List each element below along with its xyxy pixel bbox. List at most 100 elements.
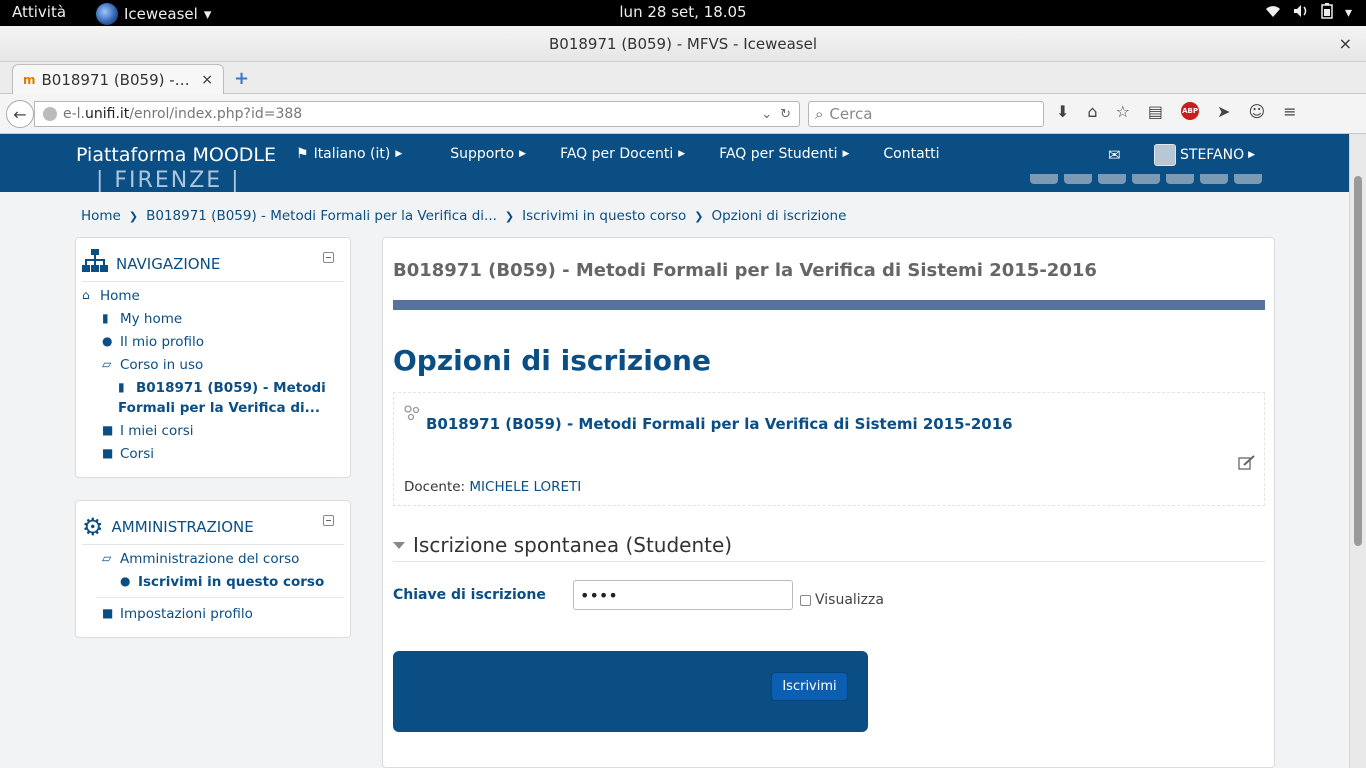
navigation-block: NAVIGAZIONE ⌂ Home ▮ My home ● Il mio pr… [75,237,351,478]
folder-open-icon: ▱ [102,551,112,565]
adblock-plus-icon[interactable]: ABP [1181,102,1200,120]
status-area[interactable]: ▾ [1265,3,1352,23]
send-icon[interactable]: ➤ [1217,102,1230,121]
window-close-button[interactable]: × [1339,34,1352,53]
collapse-block-icon[interactable] [323,252,334,263]
activities-button[interactable]: Attività [12,3,66,21]
url-bar[interactable]: e-l. unifi.it/enrol/index.php?id=388 ⌄ ↻ [34,101,800,127]
browser-tab[interactable]: m B018971 (B059) -… × [12,64,224,94]
enrol-button[interactable]: Iscrivimi [771,672,848,701]
tab-strip: m B018971 (B059) -… × + [0,62,1366,94]
user-name: STEFANO [1180,147,1245,163]
nav-item-courses[interactable]: ■ Corsi [102,446,154,462]
enrol-key-label: Chiave di iscrizione [393,587,546,603]
bookmark-star-icon[interactable]: ☆ [1116,102,1130,121]
avatar [1154,144,1176,166]
menu-contatti[interactable]: Contatti [883,146,939,162]
sitemap-icon [82,248,108,279]
moodle-navbar: | FIRENZE | Piattaforma MOODLE ⚑ Italian… [0,134,1349,192]
navigation-block-header: NAVIGAZIONE [82,246,344,282]
social-icon[interactable] [1030,174,1058,184]
back-button[interactable]: ← [6,100,34,128]
nav-item-label: My home [120,311,183,327]
breadcrumb-course[interactable]: B018971 (B059) - Metodi Formali per la V… [146,208,497,224]
moodle-favicon-icon: m [23,72,36,87]
app-menu[interactable]: Iceweasel ▾ [96,3,211,25]
nav-item-label: Formali per la Verifica di... [118,400,320,416]
breadcrumb-enrol[interactable]: Iscrivimi in questo corso [522,208,686,224]
nav-item-my-courses[interactable]: ■ I miei corsi [102,423,194,439]
volume-icon [1293,4,1309,22]
site-info-icon[interactable] [43,107,57,121]
navigation-block-title: NAVIGAZIONE [116,254,221,273]
home-icon[interactable]: ⌂ [1087,102,1097,121]
system-menu-caret-icon: ▾ [1344,5,1352,21]
folder-icon: ■ [102,446,114,460]
wifi-icon [1265,4,1281,22]
battery-icon [1321,3,1333,23]
admin-item-label: Iscrivimi in questo corso [138,574,325,590]
nav-item-my-home[interactable]: ▮ My home [102,311,182,327]
reload-icon[interactable]: ↻ [780,107,791,122]
course-header-bar [393,300,1265,310]
reveal-password-toggle[interactable]: Visualizza [800,592,884,608]
course-icon [404,405,420,425]
social-icon[interactable] [1200,174,1228,184]
menu-language[interactable]: ⚑ Italiano (it) ▶ [296,146,402,162]
nav-item-label: Corsi [120,446,155,462]
tab-close-button[interactable]: × [201,72,213,88]
window-title: B018971 (B059) - MFVS - Iceweasel [549,34,817,53]
nav-item-course-cont[interactable]: Formali per la Verifica di... [118,400,320,416]
browser-navbar: ← e-l. unifi.it/enrol/index.php?id=388 ⌄ … [0,94,1366,134]
nav-item-current-course[interactable]: ▱ Corso in uso [102,357,203,373]
menu-supporto-label: Supporto [450,146,515,162]
menu-faq-studenti[interactable]: FAQ per Studenti ▶ [719,146,849,162]
admin-item-profile-settings[interactable]: ■ Impostazioni profilo [102,606,253,622]
breadcrumb-home[interactable]: Home [81,208,121,224]
moodle-brand[interactable]: Piattaforma MOODLE [76,144,276,166]
nav-item-course[interactable]: ▮ B018971 (B059) - Metodi [118,380,326,396]
reveal-checkbox[interactable] [800,594,811,606]
url-prefix: e-l. [63,106,86,122]
admin-item-label: Amministrazione del corso [120,551,300,567]
social-icon[interactable] [1132,174,1160,184]
new-tab-button[interactable]: + [234,68,249,89]
url-dropdown-icon[interactable]: ⌄ [761,107,772,122]
reading-list-icon[interactable]: ▤ [1148,102,1163,121]
menu-supporto[interactable]: Supporto ▶ [450,146,526,162]
social-icons-strip [1030,174,1262,184]
nav-item-profile[interactable]: ● Il mio profilo [102,334,204,350]
collapse-block-icon[interactable] [323,515,334,526]
course-header-title: B018971 (B059) - Metodi Formali per la V… [393,260,1097,281]
enrol-key-input[interactable] [573,580,793,610]
course-name-link[interactable]: B018971 (B059) - Metodi Formali per la V… [426,415,1013,433]
admin-item-enrol-me[interactable]: ● Iscrivimi in questo corso [120,574,324,590]
search-bar[interactable]: ⌕ Cerca [808,101,1044,127]
scrollbar-thumb[interactable] [1354,176,1362,546]
menu-hamburger-icon[interactable]: ≡ [1283,102,1296,121]
page-title: Opzioni di iscrizione [393,344,711,377]
admin-item-label: Impostazioni profilo [120,606,253,622]
chat-icon[interactable]: ☺ [1248,102,1265,121]
nav-item-label: Home [100,288,140,304]
toolbar-icons: ⬇ ⌂ ☆ ▤ ABP ➤ ☺ ≡ [1056,102,1297,121]
admin-item-course-admin[interactable]: ▱ Amministrazione del corso [102,551,299,567]
nav-item-label: Corso in uso [120,357,204,373]
nav-item-label: B018971 (B059) - Metodi [136,380,326,396]
social-icon[interactable] [1166,174,1194,184]
social-icon[interactable] [1064,174,1092,184]
social-icon[interactable] [1098,174,1126,184]
nav-item-home[interactable]: ⌂ Home [82,288,140,304]
search-icon: ⌕ [815,105,824,123]
page-scrollbar[interactable] [1349,134,1366,768]
gears-icon: ⚙ [82,512,104,541]
download-icon[interactable]: ⬇ [1056,102,1069,121]
social-icon[interactable] [1234,174,1262,184]
menu-faq-docenti[interactable]: FAQ per Docenti ▶ [560,146,685,162]
user-menu[interactable]: STEFANO ▶ [1154,144,1255,166]
self-enrol-section-header[interactable]: Iscrizione spontanea (Studente) [393,528,1265,562]
teacher-name-link[interactable]: MICHELE LORETI [469,479,581,495]
course-teacher: Docente: MICHELE LORETI [404,479,581,495]
breadcrumb-current: Opzioni di iscrizione [711,208,847,224]
messages-envelope-icon[interactable]: ✉ [1108,146,1121,164]
